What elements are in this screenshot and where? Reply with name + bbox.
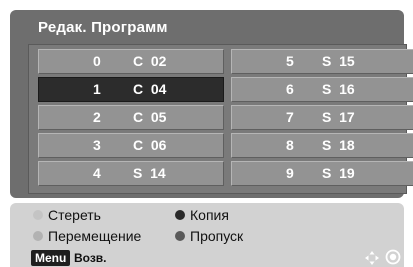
channel-column-right: 5 S 15 6 S 16 7 S 17 8 S 18 9 S 19 xyxy=(231,49,413,189)
channel-code: S 16 xyxy=(322,81,355,97)
skip-dot-icon xyxy=(175,231,185,241)
copy-dot-icon xyxy=(175,210,185,220)
channel-number: 4 xyxy=(93,165,101,181)
channel-row[interactable]: 0 C 02 xyxy=(38,49,224,74)
channel-number: 1 xyxy=(93,81,101,97)
channel-row[interactable]: 7 S 17 xyxy=(231,105,413,130)
channel-number: 6 xyxy=(286,81,294,97)
channel-code: C 05 xyxy=(133,109,167,125)
channel-code: S 19 xyxy=(322,165,355,181)
channel-code: S 14 xyxy=(133,165,166,181)
channel-number: 3 xyxy=(93,137,101,153)
legend-skip-label: Пропуск xyxy=(190,228,244,244)
dpad-arrows-icon xyxy=(365,251,379,265)
channel-row[interactable]: 9 S 19 xyxy=(231,161,413,186)
channel-number: 5 xyxy=(286,53,294,69)
channel-number: 9 xyxy=(286,165,294,181)
channel-row[interactable]: 2 C 05 xyxy=(38,105,224,130)
legend-copy-label: Копия xyxy=(190,207,229,223)
channel-code: C 02 xyxy=(133,53,167,69)
channel-code: S 18 xyxy=(322,137,355,153)
channel-row[interactable]: 5 S 15 xyxy=(231,49,413,74)
program-edit-panel: Редак. Программ 0 C 02 1 C 04 2 C 05 3 C… xyxy=(10,10,413,198)
channel-number: 0 xyxy=(93,53,101,69)
back-label: Возв. xyxy=(74,251,107,265)
channel-code: C 06 xyxy=(133,137,167,153)
help-footer: Стереть Копия Перемещение Пропуск Menu В… xyxy=(10,203,404,267)
menu-key[interactable]: Menu xyxy=(31,250,71,266)
legend-move-label: Перемещение xyxy=(48,228,142,244)
legend-delete-label: Стереть xyxy=(48,207,101,223)
channel-number: 7 xyxy=(286,109,294,125)
channel-code: S 15 xyxy=(322,53,355,69)
channel-number: 2 xyxy=(93,109,101,125)
move-dot-icon xyxy=(33,231,43,241)
delete-dot-icon xyxy=(33,210,43,220)
window-title: Редак. Программ xyxy=(38,19,168,36)
channel-row[interactable]: 4 S 14 xyxy=(38,161,224,186)
channel-row[interactable]: 8 S 18 xyxy=(231,133,413,158)
channel-grid: 0 C 02 1 C 04 2 C 05 3 C 06 4 S 14 5 S 1… xyxy=(28,44,413,194)
channel-column-left: 0 C 02 1 C 04 2 C 05 3 C 06 4 S 14 xyxy=(38,49,224,189)
channel-code: S 17 xyxy=(322,109,355,125)
channel-row[interactable]: 1 C 04 xyxy=(38,77,224,102)
channel-code: C 04 xyxy=(133,81,167,97)
ok-button-icon xyxy=(385,249,401,265)
channel-row[interactable]: 3 C 06 xyxy=(38,133,224,158)
channel-row[interactable]: 6 S 16 xyxy=(231,77,413,102)
channel-number: 8 xyxy=(286,137,294,153)
